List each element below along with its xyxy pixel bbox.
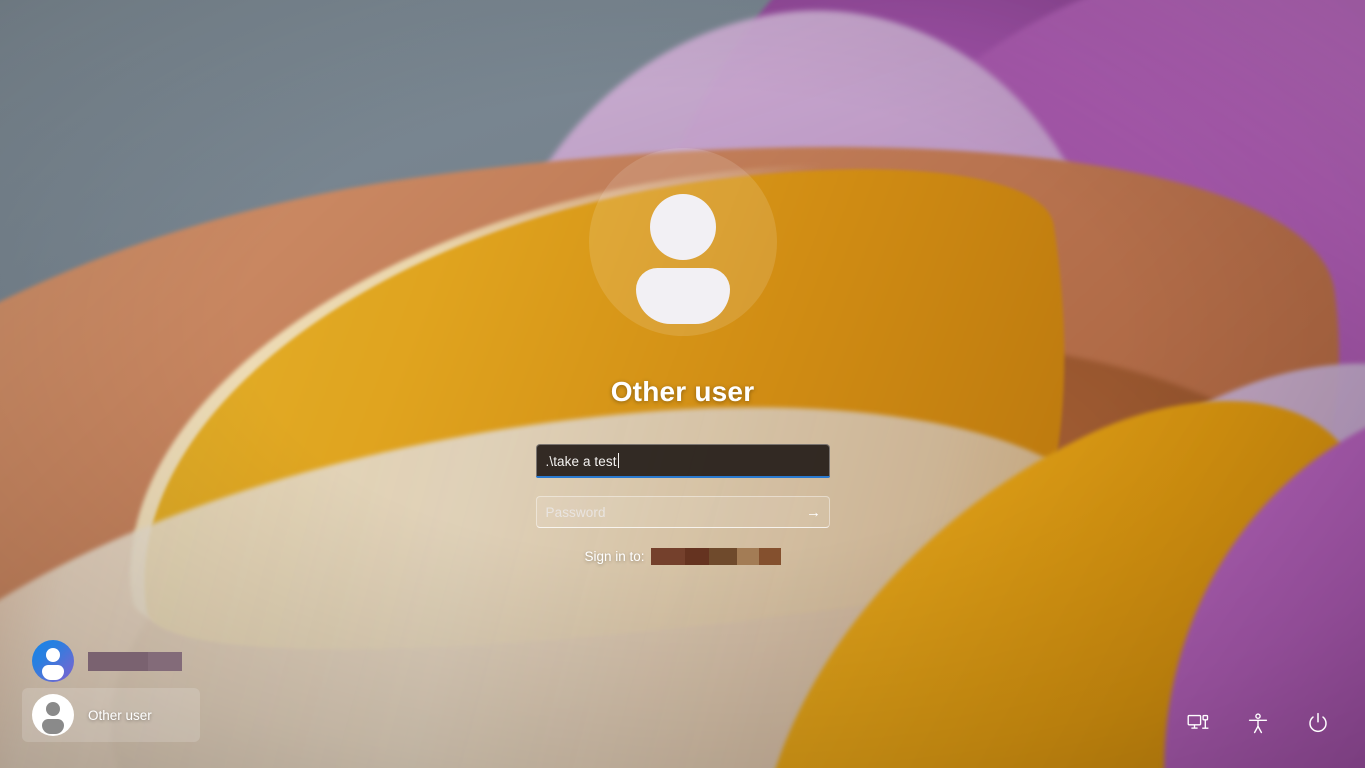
redaction-block <box>88 651 148 671</box>
avatar-body-glyph <box>42 719 64 734</box>
user-avatar-icon <box>32 694 74 736</box>
redaction-block <box>758 548 781 565</box>
power-button[interactable] <box>1301 706 1335 740</box>
username-input[interactable]: .\take a test <box>535 444 830 478</box>
system-button-bar <box>1181 706 1335 740</box>
accessibility-button[interactable] <box>1241 706 1275 740</box>
accessibility-icon <box>1248 712 1268 734</box>
signin-to-row: Sign in to: <box>536 548 830 565</box>
account-switcher: Other user <box>22 634 200 742</box>
redaction-block <box>708 548 737 565</box>
user-avatar-icon <box>32 640 74 682</box>
redaction-block <box>684 548 709 565</box>
lock-screen: Other user .\take a test Password → Sign… <box>0 0 1365 768</box>
username-value: .\take a test <box>545 453 617 469</box>
account-item-primary[interactable] <box>22 634 200 688</box>
redaction-block <box>736 548 759 565</box>
network-icon <box>1187 713 1209 733</box>
signin-to-redacted-value <box>650 548 781 565</box>
user-avatar <box>588 148 777 336</box>
avatar-body-glyph <box>635 268 730 324</box>
avatar-head-glyph <box>46 702 60 716</box>
avatar-head-glyph <box>649 194 716 260</box>
account-name-redacted <box>88 651 182 671</box>
password-placeholder: Password <box>545 504 606 520</box>
power-icon <box>1307 712 1329 734</box>
redaction-block <box>148 651 182 671</box>
redaction-block <box>650 548 685 565</box>
network-button[interactable] <box>1181 706 1215 740</box>
account-item-other-user[interactable]: Other user <box>22 688 200 742</box>
avatar-body-glyph <box>42 665 64 680</box>
signin-panel: Other user .\take a test Password → Sign… <box>0 148 1365 565</box>
password-input[interactable]: Password → <box>535 496 830 528</box>
submit-button[interactable]: → <box>799 497 829 527</box>
page-title: Other user <box>610 376 755 407</box>
signin-to-label: Sign in to: <box>584 549 645 564</box>
avatar-head-glyph <box>46 648 60 662</box>
arrow-right-icon: → <box>806 503 821 521</box>
account-name-label: Other user <box>88 707 152 723</box>
credential-fields: .\take a test Password → Sign in to: <box>535 444 830 565</box>
text-caret <box>617 452 619 468</box>
